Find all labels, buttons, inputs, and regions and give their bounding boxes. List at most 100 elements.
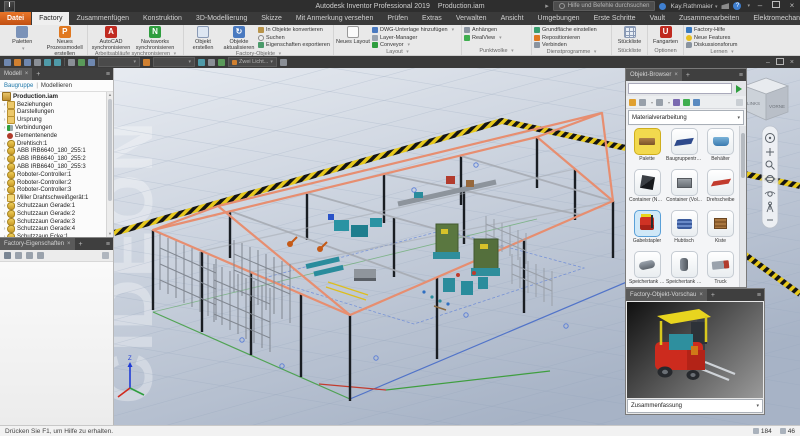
eigenschaften-exportieren-button[interactable]: Eigenschaften exportieren	[258, 42, 330, 49]
tab-datei[interactable]: Datei	[0, 12, 32, 25]
tab-3d-modellierung[interactable]: 3D-Modellierung	[189, 12, 254, 25]
tab-factory[interactable]: Factory	[32, 12, 70, 25]
autocad-sync-button[interactable]: AutoCAD synchronisieren	[90, 26, 132, 51]
redo-icon[interactable]	[54, 58, 61, 66]
asset-search-input[interactable]	[628, 83, 732, 94]
objekte-aktualisieren-button[interactable]: Objekte aktualisieren	[222, 26, 256, 51]
paletten-button[interactable]: Paletten ▾	[2, 26, 43, 52]
doc-minimize-button[interactable]: –	[766, 59, 770, 66]
group-label-lernen[interactable]: Lernen ▾	[684, 49, 760, 56]
panel-menu-icon[interactable]: ≡	[106, 241, 110, 248]
view-mode-icon[interactable]	[639, 98, 646, 106]
save-icon[interactable]	[24, 58, 31, 66]
group-label-punktwolke[interactable]: Punktwolke ▾	[462, 48, 531, 55]
tree-scrollbar[interactable]: ▲ ▼	[106, 92, 113, 237]
group-label-layout[interactable]: Layout ▾	[334, 49, 461, 56]
app-store-icon[interactable]	[721, 3, 730, 9]
tab-factory-objekt-vorschau[interactable]: Factory-Objekt-Vorschau ×	[626, 289, 707, 301]
home-view-icon[interactable]	[68, 58, 75, 66]
tab-erste-schritte[interactable]: Erste Schritte	[587, 12, 643, 25]
grundflaeche-button[interactable]: Grundfläche einstellen	[534, 27, 597, 34]
tab-zusammenarbeiten[interactable]: Zusammenarbeiten	[672, 12, 746, 25]
measure-icon[interactable]	[218, 58, 225, 66]
tab-skizze[interactable]: Skizze	[254, 12, 289, 25]
lighting-style-dropdown[interactable]: Zwei Licht... ▾	[228, 57, 277, 67]
material-dropdown[interactable]: ▾	[98, 57, 140, 67]
stueckliste-button[interactable]: Stückliste	[614, 26, 645, 45]
group-label-optionen[interactable]: Optionen	[648, 48, 683, 55]
help-search-input[interactable]: Hilfe und Befehle durchsuchen	[552, 1, 656, 11]
tree-item[interactable]: › Schutzzaun Gerade:1	[2, 202, 113, 211]
search-go-icon[interactable]	[734, 83, 744, 94]
tree-item[interactable]: › ABB IRB6640_180_255:1	[2, 147, 113, 156]
panel-menu-icon[interactable]: ≡	[106, 71, 110, 78]
asset-tile-container-vol[interactable]: Container (Vol...	[666, 169, 702, 209]
asset-tile-gabelstapler[interactable]: Gabelstapler	[629, 210, 665, 250]
qat-expand-icon[interactable]: ▸	[545, 2, 549, 10]
doc-close-button[interactable]: ×	[790, 59, 794, 66]
tree-item[interactable]: › Darstellungen	[2, 108, 113, 117]
tab-umgebungen[interactable]: Umgebungen	[531, 12, 587, 25]
thumbnails-icon[interactable]	[693, 98, 701, 106]
tab-modell[interactable]: Modell ×	[0, 68, 33, 80]
tree-item[interactable]: › Schutzzaun Gerade:3	[2, 217, 113, 226]
tree-item[interactable]: › Drehtisch:1	[2, 139, 113, 148]
layer-manager-button[interactable]: Layer-Manager	[372, 35, 454, 42]
asset-tile-container-netz[interactable]: Container (Netz)	[629, 169, 665, 209]
close-button[interactable]: ×	[786, 0, 798, 12]
tree-item[interactable]: › ABB IRB6640_180_255:3	[2, 163, 113, 172]
group-by-icon[interactable]	[656, 98, 664, 106]
settings-icon[interactable]	[37, 252, 44, 259]
tab-extras[interactable]: Extras	[415, 12, 449, 25]
close-icon[interactable]: ×	[25, 71, 29, 77]
summary-dropdown[interactable]: Zusammenfassung ▾	[627, 399, 763, 413]
display-settings-icon[interactable]	[279, 58, 287, 66]
refresh-assets-icon[interactable]	[683, 98, 691, 106]
refresh-view-icon[interactable]	[78, 58, 85, 66]
tab-anmerkung[interactable]: Mit Anmerkung versehen	[289, 12, 380, 25]
neues-prozessmodell-button[interactable]: Neues Prozessmodell erstellen	[45, 26, 86, 57]
suchen-button[interactable]: Suchen	[258, 35, 330, 42]
asset-tile-speichertank-v[interactable]: Speichertank (...	[666, 251, 702, 287]
in-objekte-konvertieren-button[interactable]: In Objekte konvertieren	[258, 27, 330, 34]
tree-item[interactable]: › ABB IRB6640_180_255:2	[2, 155, 113, 164]
tab-ansicht[interactable]: Ansicht	[494, 12, 531, 25]
dwg-unterlage-button[interactable]: DWG-Unterlage hinzufügen ▾	[372, 27, 454, 34]
close-icon[interactable]: ×	[699, 292, 703, 298]
asset-grid-scrollbar[interactable]	[739, 126, 746, 287]
doc-restore-button[interactable]	[775, 57, 784, 67]
add-tab-icon[interactable]: +	[36, 71, 40, 78]
asset-tile-hubtisch[interactable]: Hubtisch	[666, 210, 702, 250]
add-tab-icon[interactable]: +	[686, 72, 690, 79]
color-swatch-icon[interactable]	[143, 58, 150, 66]
sketch-line-icon[interactable]	[198, 58, 205, 66]
tab-factory-eigenschaften[interactable]: Factory-Eigenschaften ×	[0, 238, 75, 250]
tab-pruefen[interactable]: Prüfen	[380, 12, 415, 25]
tree-item[interactable]: › Beziehungen	[2, 100, 113, 109]
undo-icon[interactable]	[15, 252, 22, 259]
tree-item[interactable]: Elementenende	[2, 132, 113, 140]
asset-tile-baugruppentraeger[interactable]: Baugruppenträ...	[666, 128, 702, 168]
float-panel-icon[interactable]	[736, 98, 743, 106]
navigation-bar[interactable]	[761, 125, 779, 229]
mode-modellieren[interactable]: Modellieren	[41, 83, 72, 89]
asset-tile-drehscheibe[interactable]: Drehscheibe	[703, 169, 738, 209]
tree-item[interactable]: › Miller Drahtschweißgerät:1	[2, 194, 113, 203]
category-dropdown[interactable]: Materialverarbeitung ▾	[628, 110, 744, 125]
user-menu[interactable]: Kay.Rathmaier ▾	[670, 3, 717, 10]
group-label-dienstprogramme[interactable]: Dienstprogramme ▾	[532, 49, 611, 56]
view-mode-dropdown-icon[interactable]: ▾	[651, 100, 653, 105]
panel-menu-icon[interactable]: ≡	[757, 292, 761, 299]
open-file-icon[interactable]	[14, 58, 21, 66]
tree-root[interactable]: Production.iam	[2, 92, 113, 102]
browser-mode-switch[interactable]: Baugruppe | Modellieren	[0, 80, 113, 92]
select-icon[interactable]	[88, 58, 95, 66]
new-file-icon[interactable]	[4, 58, 11, 66]
tab-zusammenfuegen[interactable]: Zusammenfügen	[69, 12, 136, 25]
tab-konstruktion[interactable]: Konstruktion	[136, 12, 189, 25]
tree-item[interactable]: › Ursprung	[2, 116, 113, 125]
tree-item[interactable]: › Schutzzaun Gerade:4	[2, 225, 113, 234]
panel-menu-icon[interactable]: ≡	[739, 72, 743, 79]
close-icon[interactable]: ×	[674, 72, 678, 78]
sort-icon[interactable]	[4, 252, 11, 259]
